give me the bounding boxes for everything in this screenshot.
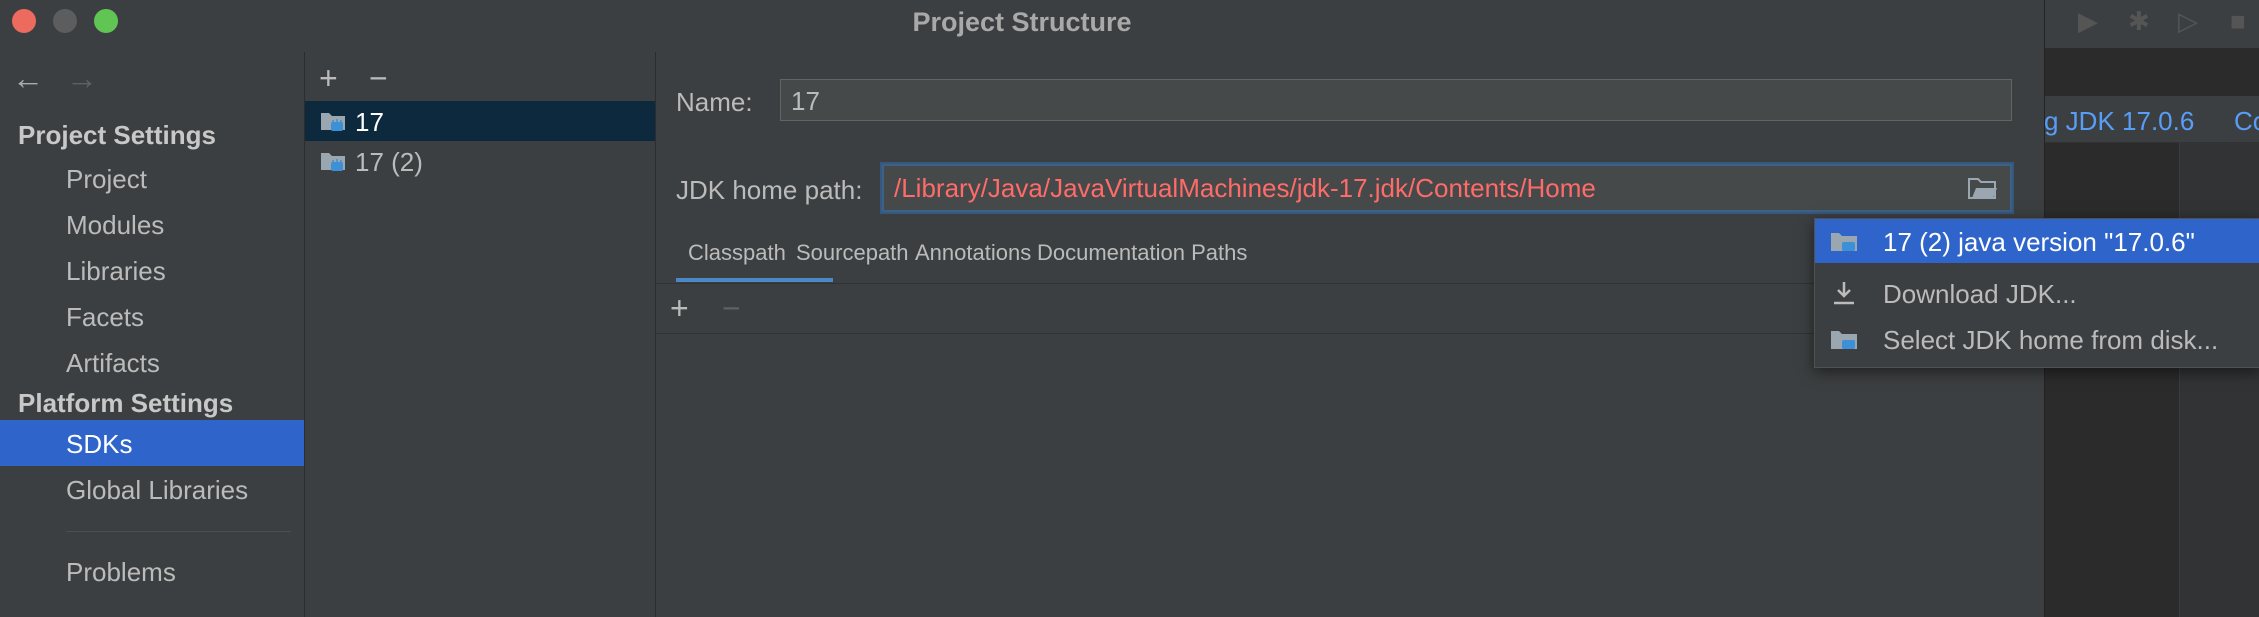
add-classpath-button[interactable]: +: [670, 292, 689, 324]
sdk-list-item[interactable]: 17: [305, 101, 655, 141]
nav-item-artifacts[interactable]: Artifacts: [0, 339, 304, 385]
popup-item-label: Download JDK...: [1883, 279, 2077, 309]
jdk-folder-icon: [321, 113, 345, 131]
nav-item-label: Project: [66, 164, 147, 194]
jdk-home-path-input[interactable]: /Library/Java/JavaVirtualMachines/jdk-17…: [882, 164, 2012, 212]
nav-item-global-libraries[interactable]: Global Libraries: [0, 466, 304, 512]
popup-item-jdk-17-2[interactable]: 17 (2) java version "17.0.6": [1815, 219, 2259, 263]
add-sdk-button[interactable]: +: [319, 62, 338, 94]
banner-link[interactable]: g JDK 17.0.6: [2044, 106, 2194, 137]
jdk-folder-icon: [1831, 233, 1857, 251]
popup-item-label: Select JDK home from disk...: [1883, 325, 2219, 355]
sdk-list-item[interactable]: 17 (2): [305, 141, 655, 181]
nav-item-problems[interactable]: Problems: [0, 548, 304, 594]
popup-item-download-jdk[interactable]: Download JDK...: [1815, 271, 2259, 315]
nav-item-libraries[interactable]: Libraries: [0, 247, 304, 293]
remove-sdk-button[interactable]: −: [369, 62, 388, 94]
tab-annotations[interactable]: Annotations: [915, 240, 1031, 266]
sdk-name-input[interactable]: 17: [780, 79, 2012, 121]
project-structure-dialog: Project Structure ← → Project Settings P…: [0, 0, 2045, 617]
platform-settings-header: Platform Settings: [18, 388, 234, 418]
nav-item-facets[interactable]: Facets: [0, 293, 304, 339]
nav-item-sdks[interactable]: SDKs: [0, 420, 304, 466]
jdk-folder-icon: [321, 153, 345, 171]
dialog-title: Project Structure: [912, 7, 1132, 37]
nav-item-label: Facets: [66, 302, 145, 332]
banner-link-2[interactable]: Co: [2234, 106, 2259, 137]
tab-sourcepath[interactable]: Sourcepath: [796, 240, 909, 266]
browse-folder-icon[interactable]: [1968, 176, 1998, 200]
sdk-name: 17 (2): [355, 147, 423, 177]
project-settings-header: Project Settings: [18, 120, 216, 150]
background-editor-banner: g JDK 17.0.6 Co: [2044, 96, 2259, 143]
nav-item-project[interactable]: Project: [0, 155, 304, 201]
nav-item-modules[interactable]: Modules: [0, 201, 304, 247]
remove-classpath-button[interactable]: −: [722, 292, 741, 324]
nav-item-label: Artifacts: [66, 348, 160, 378]
popup-item-label: 17 (2) java version "17.0.6": [1883, 227, 2195, 257]
jdk-folder-icon: [1831, 331, 1857, 349]
jdk-selection-popup: 17 (2) java version "17.0.6" Download JD…: [1814, 218, 2259, 368]
settings-navigation: ← → Project Settings Project Modules Lib…: [0, 52, 305, 617]
coverage-icon[interactable]: ▷: [2178, 6, 2198, 37]
background-gutter: !2: [2179, 142, 2259, 617]
nav-item-label: Libraries: [66, 256, 166, 286]
run-icon[interactable]: ▶: [2078, 6, 2098, 37]
background-toolbar: ▶ ✱ ▷ ■: [2044, 0, 2259, 48]
arrow-left-icon[interactable]: ←: [12, 60, 44, 97]
nav-item-label: SDKs: [66, 429, 133, 459]
popup-item-select-jdk-home[interactable]: Select JDK home from disk...: [1815, 317, 2259, 361]
nav-item-label: Global Libraries: [66, 475, 249, 505]
tab-documentation-paths[interactable]: Documentation Paths: [1037, 240, 1247, 266]
divider: [66, 531, 291, 532]
screen: ▶ ✱ ▷ ■ g JDK 17.0.6 Co !2 Project Struc…: [0, 0, 2259, 617]
debug-icon[interactable]: ✱: [2128, 6, 2150, 37]
sdk-name: 17: [355, 107, 384, 137]
tab-classpath[interactable]: Classpath: [688, 240, 786, 266]
stop-icon[interactable]: ■: [2230, 6, 2246, 37]
classpath-list[interactable]: [656, 334, 2044, 617]
nav-item-label: Modules: [66, 210, 165, 240]
sdk-list-panel: + − 17 17 (2): [305, 52, 656, 617]
jdk-home-path-value: /Library/Java/JavaVirtualMachines/jdk-17…: [894, 173, 1596, 203]
title-bar: Project Structure: [0, 0, 2044, 44]
jdk-home-path-label: JDK home path:: [676, 175, 863, 205]
active-tab-indicator: [676, 278, 833, 282]
name-label: Name:: [676, 87, 753, 117]
arrow-right-icon[interactable]: →: [66, 60, 98, 97]
download-icon: [1834, 282, 1854, 305]
nav-item-label: Problems: [66, 557, 176, 587]
